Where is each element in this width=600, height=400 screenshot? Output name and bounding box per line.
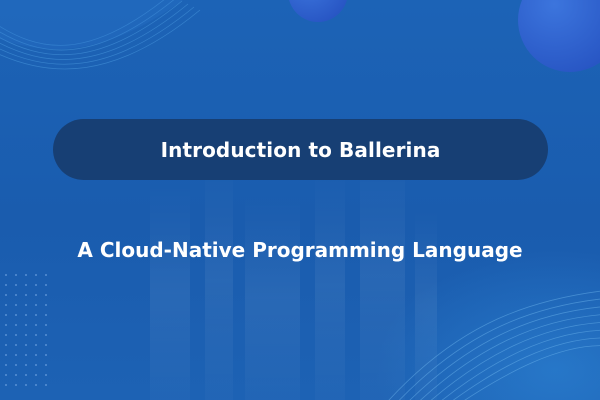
- faded-columns: [150, 150, 437, 400]
- wave-fill: [0, 0, 184, 50]
- circle-shape: [289, 0, 347, 22]
- background-decoration: [0, 0, 600, 400]
- dot-grid: [5, 274, 47, 386]
- slide-canvas: Introduction to Ballerina A Cloud-Native…: [0, 0, 600, 400]
- slide-subtitle: A Cloud-Native Programming Language: [77, 238, 523, 262]
- slide-title: Introduction to Ballerina: [160, 137, 441, 162]
- title-banner: Introduction to Ballerina: [53, 119, 548, 180]
- circle-shape: [518, 0, 600, 72]
